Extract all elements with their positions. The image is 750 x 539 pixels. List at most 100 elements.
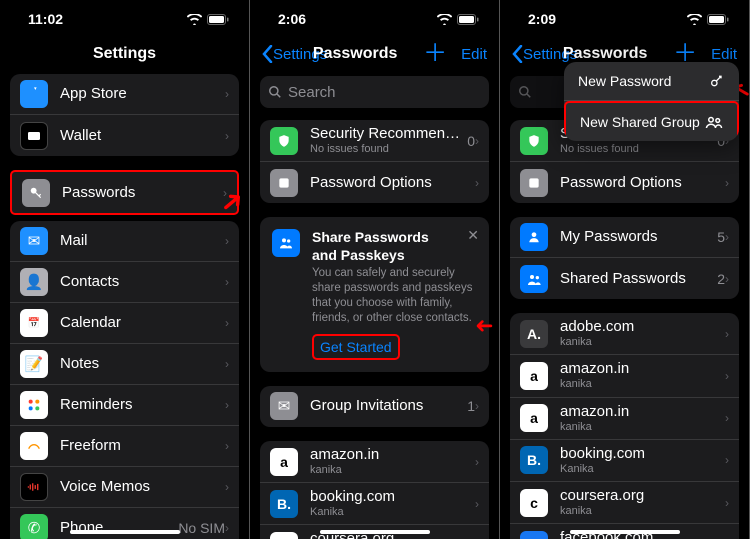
row-my-passwords[interactable]: My Passwords 5 › (510, 217, 739, 258)
account-row[interactable]: B. booking.com Kanika › (510, 440, 739, 482)
site-user: kanika (560, 378, 725, 391)
site-user: Kanika (560, 463, 725, 476)
menu-new-password[interactable]: New Password (564, 62, 739, 101)
search-icon (268, 85, 282, 99)
search-input[interactable]: Search (260, 76, 489, 108)
chevron-icon: › (225, 521, 229, 535)
battery-icon (457, 14, 479, 25)
chevron-icon: › (225, 480, 229, 494)
row-label: Password Options (310, 174, 475, 192)
chevron-icon: › (725, 496, 729, 510)
home-indicator[interactable] (570, 530, 680, 534)
close-button[interactable]: ✕ (467, 227, 479, 244)
chevron-icon: › (475, 134, 479, 148)
row-label: Mail (60, 232, 225, 250)
phone-passwords: 2:06 Settings Passwords ＋ Edit Search Se (250, 0, 500, 539)
account-row[interactable]: A. adobe.com kanika › (510, 313, 739, 355)
row-label: Contacts (60, 273, 225, 291)
row-contacts[interactable]: 👤 Contacts › (10, 262, 239, 303)
row-passwords[interactable]: Passwords › (12, 172, 237, 213)
site-user: kanika (310, 464, 475, 477)
people-icon (705, 115, 723, 129)
account-row[interactable]: a amazon.in kanika › (510, 398, 739, 440)
nav-title: Settings (72, 45, 177, 63)
row-freeform[interactable]: Freeform › (10, 426, 239, 467)
row-count: 5 (717, 229, 725, 245)
row-voice-memos[interactable]: Voice Memos › (10, 467, 239, 508)
row-calendar[interactable]: 📅 Calendar › (10, 303, 239, 344)
site-icon: B. (270, 490, 298, 518)
row-wallet[interactable]: Wallet › (10, 115, 239, 156)
appstore-icon (20, 80, 48, 108)
row-notes[interactable]: 📝 Notes › (10, 344, 239, 385)
site-user: kanika (560, 421, 725, 434)
person-icon (520, 223, 548, 251)
row-mail[interactable]: ✉︎ Mail › (10, 221, 239, 262)
row-count: 2 (717, 271, 725, 287)
nav-bar: Settings (0, 38, 249, 70)
chevron-icon: › (475, 399, 479, 413)
chevron-icon: › (225, 357, 229, 371)
status-bar: 11:02 (0, 0, 249, 38)
row-app-store[interactable]: App Store › (10, 74, 239, 115)
search-placeholder: Search (288, 84, 336, 101)
chevron-icon: › (225, 87, 229, 101)
get-started-link[interactable]: Get Started (312, 334, 400, 360)
phone-passwords-menu: 2:09 Settings Passwords ＋ Edit New Passw… (500, 0, 750, 539)
people-icon (520, 265, 548, 293)
row-password-options[interactable]: Password Options › (260, 162, 489, 203)
account-row[interactable]: c coursera.org kanika › (510, 482, 739, 524)
chevron-icon: › (225, 234, 229, 248)
menu-new-shared-group[interactable]: New Shared Group (564, 101, 739, 141)
menu-label: New Shared Group (580, 114, 700, 130)
row-label: Security Recommendations (310, 125, 461, 143)
row-group-invitations[interactable]: ✉︎ Group Invitations 1 › (260, 386, 489, 427)
options-icon (270, 169, 298, 197)
share-promo: ✕ Share Passwords and Passkeys You can s… (260, 217, 489, 372)
account-row[interactable]: B. booking.com Kanika › (260, 483, 489, 525)
status-icons (437, 14, 479, 25)
chevron-icon: › (725, 411, 729, 425)
row-trail: No SIM (178, 520, 225, 536)
wifi-icon (187, 14, 202, 25)
row-shared-passwords[interactable]: Shared Passwords 2 › (510, 258, 739, 299)
chevron-left-icon (262, 45, 273, 63)
notes-icon: 📝 (20, 350, 48, 378)
row-label: Shared Passwords (560, 270, 711, 288)
site-domain: booking.com (560, 445, 725, 463)
search-icon (518, 85, 532, 99)
chevron-icon: › (225, 398, 229, 412)
row-label: Freeform (60, 437, 225, 455)
site-icon: a (520, 362, 548, 390)
freeform-icon (20, 432, 48, 460)
row-password-options[interactable]: Password Options › (510, 162, 739, 203)
nav-bar: Settings Passwords ＋ Edit (250, 38, 499, 70)
status-bar: 2:06 (250, 0, 499, 38)
site-domain: booking.com (310, 488, 475, 506)
shield-check-icon (520, 127, 548, 155)
row-label: Reminders (60, 396, 225, 414)
status-time: 2:06 (278, 11, 306, 27)
account-row[interactable]: a amazon.in kanika › (260, 441, 489, 483)
row-reminders[interactable]: Reminders › (10, 385, 239, 426)
site-domain: adobe.com (560, 318, 725, 336)
home-indicator[interactable] (70, 530, 180, 534)
site-icon: f (520, 531, 548, 539)
wifi-icon (687, 14, 702, 25)
phone-icon: ✆ (20, 514, 48, 539)
chevron-icon: › (725, 230, 729, 244)
edit-button[interactable]: Edit (711, 46, 737, 63)
edit-button[interactable]: Edit (461, 46, 487, 63)
row-security-recs[interactable]: Security Recommendations No issues found… (260, 120, 489, 162)
add-button[interactable]: ＋ (423, 42, 447, 66)
home-indicator[interactable] (320, 530, 430, 534)
chevron-icon: › (725, 272, 729, 286)
status-time: 2:09 (528, 11, 556, 27)
account-row[interactable]: a amazon.in kanika › (510, 355, 739, 397)
row-label: Passwords (62, 184, 223, 202)
add-menu: New Password New Shared Group (564, 62, 739, 141)
site-domain: coursera.org (560, 487, 725, 505)
passwords-highlight: Passwords › (10, 170, 239, 215)
status-icons (687, 14, 729, 25)
row-phone[interactable]: ✆ Phone No SIM › (10, 508, 239, 539)
